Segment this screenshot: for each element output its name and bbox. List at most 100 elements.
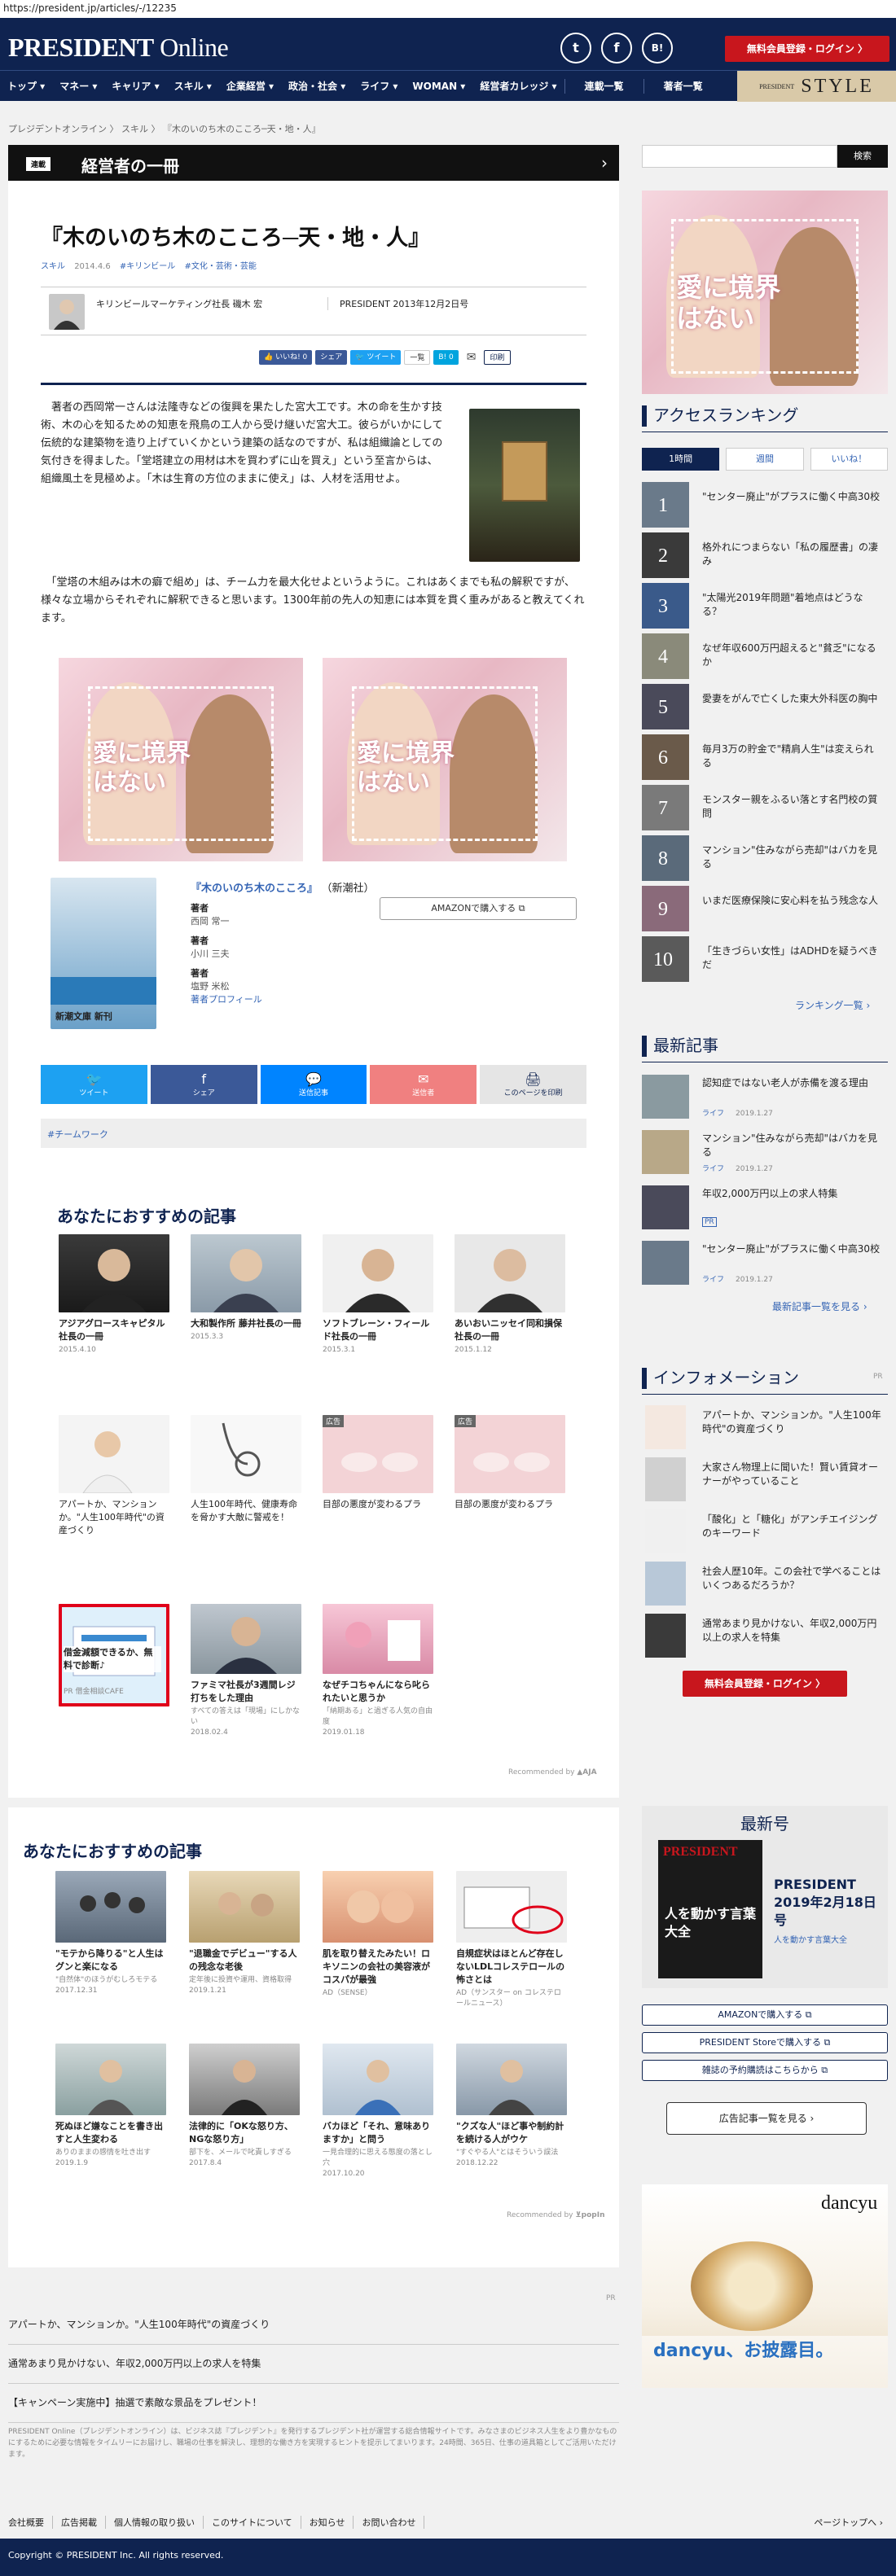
recommend-card[interactable]: ソフトブレーン・フィールド社長の一冊 2015.3.1 (323, 1234, 433, 1354)
tweet-button[interactable]: 🐦 ツイート (41, 1065, 147, 1104)
ranking-item[interactable]: 5 愛妻をがんで亡くした東大外科医の胸中 (642, 684, 888, 731)
latest-item[interactable]: "センター廃止"がプラスに働く中高30校 ライフ 2019.1.27 (642, 1239, 888, 1288)
recommend-card[interactable]: あいおいニッセイ同和損保社長の一冊 2015.1.12 (455, 1234, 565, 1354)
recommend-card[interactable]: ファミマ社長が3週間レジ打ちをした理由 すべての答えは「現場」にしかない 201… (191, 1604, 301, 1737)
ranking-item[interactable]: 1 "センター廃止"がプラスに働く中高30校 (642, 482, 888, 529)
recommend-card[interactable]: アパートか、マンションか。"人生100年時代"の資産づくり (59, 1415, 169, 1537)
pr-list-item[interactable]: 【キャンペーン実施中】抽選で素敵な景品をプレゼント！ (8, 2384, 619, 2423)
ad-card[interactable]: 肌を取り替えたみたい！ロキソニンの会社の美容液がコスパが最強 AD（SENSE） (323, 1871, 433, 1997)
search-input[interactable] (642, 145, 837, 168)
messenger-button[interactable]: 💬 送信記事 (260, 1065, 367, 1104)
info-item[interactable]: 社会人歴10年。この会社で学べることはいくつあるだろうか？ (642, 1562, 888, 1610)
recommend-card[interactable]: なぜチコちゃんになら叱られたいと思うか 「納期ある」と過ぎる人気の自由度 201… (323, 1604, 433, 1737)
tweet-button[interactable]: 🐦 ツイート (350, 350, 402, 365)
ad-card[interactable]: 広告 目部の悪度が変わるプラ (323, 1415, 433, 1511)
recommend-card[interactable]: 大和製作所 藤井社長の一冊 2015.3.3 (191, 1234, 301, 1341)
recommend-card[interactable]: 法律的に「OKな怒り方、NGな怒り方」 部下を、メールで叱責しすぎる 2017.… (189, 2044, 300, 2167)
series-header[interactable]: 連載 経営者の一冊 › (8, 145, 619, 181)
login-button[interactable]: 無料会員登録・ログイン 〉 (725, 36, 889, 62)
hashtag-box[interactable]: #チームワーク (41, 1119, 586, 1148)
nav-skill[interactable]: スキル ▾ (167, 71, 219, 101)
subscribe-button[interactable]: 雑誌の予約購読はこちらから ⧉ (642, 2060, 888, 2081)
tag-category[interactable]: スキル (41, 262, 65, 271)
tag-culture[interactable]: #文化・芸術・芸能 (184, 262, 256, 271)
dancyu-ad[interactable]: dancyu dancyu、お披露目。 (642, 2184, 888, 2388)
pr-list-item[interactable]: 通常あまり見かけない、年収2,000万円以上の求人を特集 (8, 2345, 619, 2384)
login-button[interactable]: 無料会員登録・ログイン 〉 (683, 1671, 847, 1697)
site-logo[interactable]: PRESIDENT Online (8, 33, 229, 63)
list-button[interactable]: 一覧 (404, 350, 431, 365)
ad-banner[interactable]: 愛に境界はない (323, 658, 567, 861)
tag-kirin[interactable]: #キリンビール (120, 262, 175, 271)
recommend-card[interactable]: バカほど「それ、意味ありますか」と問う 一見合理的に思える態度の落とし穴 201… (323, 2044, 433, 2178)
ad-card[interactable]: 借金減額できるか、無料で診断♪ PR 借金相談CAFE (59, 1604, 169, 1706)
url-bar[interactable]: https://president.jp/articles/-/12235 (0, 0, 896, 18)
sidebar-ad[interactable]: 愛に境界はない (642, 191, 888, 394)
search-button[interactable]: 検索 (837, 145, 888, 168)
recommend-card[interactable]: "クズな人"ほど事や制約計を続ける人がウケ "すぐやる人"とはそういう誤法 20… (456, 2044, 567, 2167)
ranking-item[interactable]: 3 "太陽光2019年問題"着地点はどうなる？ (642, 583, 888, 630)
fb-share-button[interactable]: シェア (315, 350, 348, 365)
recommend-card[interactable]: "退職金でデビュー"する人の残念な老後 定年後に投資や運用、資格取得 2019.… (189, 1871, 300, 1995)
latest-item[interactable]: 認知症ではない老人が赤備を渡る理由 ライフ 2019.1.27 (642, 1073, 888, 1122)
footer-link[interactable]: 広告掲載 (53, 2516, 106, 2529)
recommend-card[interactable]: 人生100年時代、健康寿命を脅かす大敵に警戒を！ (191, 1415, 301, 1524)
page-top-link[interactable]: ページトップへ › (814, 2516, 883, 2529)
nav-series-list[interactable]: 連載一覧 (565, 71, 643, 101)
ad-list-button[interactable]: 広告記事一覧を見る › (666, 2102, 867, 2135)
facebook-icon[interactable]: f (601, 33, 632, 64)
footer-link[interactable]: このサイトについて (204, 2516, 301, 2529)
footer-link[interactable]: 個人情報の取り扱い (106, 2516, 204, 2529)
hatena-icon[interactable]: B! (642, 33, 673, 64)
print-button[interactable]: 印刷 (484, 350, 511, 365)
mail-button[interactable]: ✉ 送信者 (370, 1065, 477, 1104)
book-cover[interactable]: 新潮文庫 新刊 (51, 878, 156, 1029)
nav-management[interactable]: 企業経営 ▾ (219, 71, 281, 101)
book-title[interactable]: 『木のいのち木のこころ』 （新潮社） (191, 879, 590, 895)
info-item[interactable]: 大家さん物理上に聞いた！賢い賃貸オーナーがやっていること (642, 1457, 888, 1506)
latest-more-link[interactable]: 最新記事一覧を見る › (772, 1299, 867, 1313)
nav-author-list[interactable]: 著者一覧 (644, 71, 723, 101)
mail-icon[interactable]: ✉ (461, 350, 481, 365)
nav-life[interactable]: ライフ ▾ (353, 71, 405, 101)
info-item[interactable]: アパートか、マンションか。"人生100年時代"の資産づくり (642, 1405, 888, 1454)
print-page-button[interactable]: 🖨 このページを印刷 (480, 1065, 586, 1104)
info-item[interactable]: 通常あまり見かけない、年収2,000万円以上の求人を特集 (642, 1614, 888, 1663)
ranking-item[interactable]: 9 いまだ医療保険に安心料を払う残念な人 (642, 886, 888, 933)
ad-card[interactable]: 広告 目部の悪度が変わるプラ (455, 1415, 565, 1511)
author-name[interactable]: キリンビールマーケティング社長 磯木 宏 (96, 297, 262, 310)
president-style-link[interactable]: PRESIDENT STYLE (737, 71, 896, 102)
nav-woman[interactable]: WOMAN ▾ (405, 71, 472, 101)
tab-likes[interactable]: いいね！ (810, 448, 888, 471)
recommend-card[interactable]: "モテから降りる"と人生はグンと楽になる "自然体"のほうがむしろモテる 201… (55, 1871, 166, 1995)
breadcrumb[interactable]: プレジデントオンライン 〉 スキル 〉 『木のいのち木のこころ─天・地・人』 (8, 122, 321, 135)
recommended-by[interactable]: Recommended by ⊻popIn (507, 2211, 605, 2219)
ranking-item[interactable]: 6 毎月3万の貯金で"精肩人生"は変えられる (642, 734, 888, 782)
twitter-icon[interactable]: t (560, 33, 591, 64)
ad-banner[interactable]: 愛に境界はない (59, 658, 303, 861)
footer-link[interactable]: お問い合わせ (354, 2516, 425, 2529)
ranking-more-link[interactable]: ランキング一覧 › (795, 998, 870, 1012)
nav-money[interactable]: マネー ▾ (52, 71, 104, 101)
ranking-item[interactable]: 10 「生きづらい女性」はADHDを疑うべきだ (642, 936, 888, 984)
recommend-card[interactable]: アジアグロースキャピタル社長の一冊 2015.4.10 (59, 1234, 169, 1354)
ranking-item[interactable]: 4 なぜ年収600万円超えると"貧乏"になるか (642, 633, 888, 681)
info-item[interactable]: 「酸化」と「糖化」がアンチエイジングのキーワード (642, 1509, 888, 1558)
footer-link[interactable]: お知らせ (301, 2516, 354, 2529)
latest-item[interactable]: 年収2,000万円以上の求人特集 PR (642, 1184, 888, 1233)
amazon-buy-button[interactable]: AMAZONで購入する ⧉ (642, 2004, 888, 2026)
latest-item[interactable]: マンション"住みながら売却"はバカを見る ライフ 2019.1.27 (642, 1128, 888, 1177)
amazon-buy-button[interactable]: AMAZONで購入する ⧉ (380, 897, 577, 920)
nav-career[interactable]: キャリア ▾ (104, 71, 166, 101)
ranking-item[interactable]: 2 格外れにつまらない「私の履歴書」の凄み (642, 532, 888, 580)
store-buy-button[interactable]: PRESIDENT Storeで購入する ⧉ (642, 2032, 888, 2053)
nav-politics[interactable]: 政治・社会 ▾ (281, 71, 353, 101)
hatena-button[interactable]: B! 0 (433, 350, 459, 365)
recommend-card[interactable]: 死ぬほど嫌なことを書き出すと人生変わる ありのままの感情を吐き出す 2019.1… (55, 2044, 166, 2167)
author-profile-link[interactable]: 著者プロフィール (191, 992, 590, 1005)
footer-link[interactable]: 会社概要 (8, 2516, 53, 2529)
magazine-cover[interactable]: PRESIDENT 人を動かす言葉大全 (658, 1840, 762, 1978)
tab-hourly[interactable]: 1時間 (642, 448, 720, 471)
fb-share-button[interactable]: f シェア (150, 1065, 257, 1104)
magazine-issue[interactable]: PRESIDENT 2019年2月18日号 (774, 1876, 880, 1930)
